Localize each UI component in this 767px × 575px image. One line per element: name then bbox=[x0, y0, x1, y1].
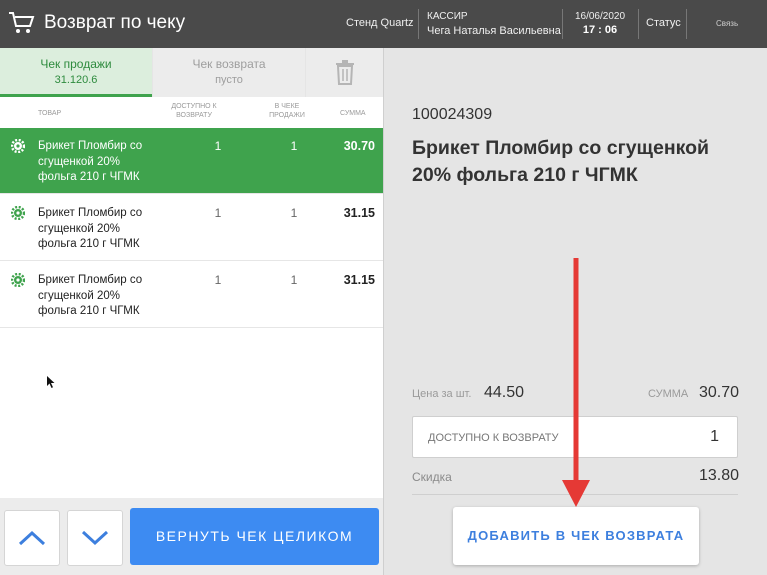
mouse-cursor-icon bbox=[47, 376, 55, 388]
return-quantity-value: 1 bbox=[710, 428, 719, 445]
item-sum: 31.15 bbox=[343, 206, 375, 220]
divider bbox=[562, 9, 563, 39]
divider bbox=[638, 9, 639, 39]
cashier-name: Чега Наталья Васильевна bbox=[427, 25, 561, 37]
stand-name: Стенд Quartz bbox=[346, 17, 414, 29]
gear-icon bbox=[11, 139, 25, 153]
current-date: 16/06/2020 bbox=[574, 11, 626, 22]
tab-return-status: пусто bbox=[215, 74, 243, 86]
gear-icon bbox=[11, 273, 25, 287]
item-in-receipt: 1 bbox=[290, 273, 298, 287]
clear-return-button[interactable] bbox=[306, 48, 383, 97]
col-available: ДОСТУПНО К ВОЗВРАТУ bbox=[171, 103, 217, 119]
receipt-tabs: Чек продажи 31.120.6 Чек возврата пусто bbox=[0, 48, 383, 97]
discount-value: 13.80 bbox=[698, 467, 739, 484]
sum-value: 30.70 bbox=[698, 384, 739, 401]
item-code: 100024309 bbox=[412, 106, 493, 123]
item-sum: 31.15 bbox=[343, 273, 375, 287]
chevron-down-icon bbox=[81, 530, 109, 546]
add-to-return-button[interactable]: ДОБАВИТЬ В ЧЕК ВОЗВРАТА bbox=[453, 507, 699, 565]
chevron-up-icon bbox=[18, 530, 46, 546]
connection-button[interactable]: Связь bbox=[716, 19, 738, 28]
table-row[interactable]: Брикет Пломбир со сгущенкой 20% фольга 2… bbox=[0, 262, 383, 328]
item-sum: 30.70 bbox=[343, 139, 375, 153]
table-row[interactable]: Брикет Пломбир со сгущенкой 20% фольга 2… bbox=[0, 128, 397, 194]
tab-sale-label: Чек продажи bbox=[40, 57, 112, 71]
trash-icon bbox=[335, 60, 354, 85]
table-header: ТОВАР ДОСТУПНО К ВОЗВРАТУ В ЧЕКЕ ПРОДАЖИ… bbox=[0, 100, 383, 126]
item-available: 1 bbox=[214, 273, 222, 287]
item-in-receipt: 1 bbox=[290, 206, 298, 220]
cart-icon bbox=[9, 12, 35, 33]
current-time: 17 : 06 bbox=[582, 24, 618, 36]
return-whole-receipt-button[interactable]: ВЕРНУТЬ ЧЕК ЦЕЛИКОМ bbox=[130, 508, 379, 565]
gear-icon bbox=[11, 206, 25, 220]
price-label: Цена за шт. bbox=[412, 388, 472, 400]
scroll-up-button[interactable] bbox=[4, 510, 60, 566]
status-button[interactable]: Статус bbox=[646, 17, 681, 29]
item-in-receipt: 1 bbox=[290, 139, 298, 153]
tab-return-label: Чек возврата bbox=[192, 57, 266, 71]
sum-label: СУММА bbox=[648, 388, 689, 400]
item-name: Брикет Пломбир со сгущенкой 20% фольга 2… bbox=[38, 207, 143, 250]
discount-label: Скидка bbox=[412, 470, 452, 484]
col-sum: СУММА bbox=[340, 110, 366, 117]
scroll-down-button[interactable] bbox=[67, 510, 123, 566]
item-available: 1 bbox=[214, 139, 222, 153]
table-row[interactable]: Брикет Пломбир со сгущенкой 20% фольга 2… bbox=[0, 195, 383, 261]
item-name: Брикет Пломбир со сгущенкой 20% фольга 2… bbox=[38, 274, 143, 317]
item-name: Брикет Пломбир со сгущенкой 20% фольга 2… bbox=[38, 140, 143, 183]
tab-return-receipt[interactable]: Чек возврата пусто bbox=[153, 48, 305, 97]
return-quantity-label: ДОСТУПНО К ВОЗВРАТУ bbox=[428, 432, 559, 444]
col-item: ТОВАР bbox=[38, 110, 62, 117]
price-value: 44.50 bbox=[484, 384, 525, 401]
top-bar: Возврат по чеку Стенд Quartz КАССИР Чега… bbox=[0, 0, 767, 48]
screen-title: Возврат по чеку bbox=[44, 12, 186, 33]
annotation-arrow-icon bbox=[562, 258, 590, 507]
item-title: Брикет Пломбир со сгущенкой 20% фольга 2… bbox=[412, 137, 710, 186]
tab-sale-receipt[interactable]: Чек продажи 31.120.6 bbox=[0, 48, 152, 97]
divider bbox=[418, 9, 419, 39]
divider bbox=[686, 9, 687, 39]
cashier-role: КАССИР bbox=[427, 11, 468, 22]
tab-sale-number: 31.120.6 bbox=[54, 74, 98, 86]
col-in-receipt: В ЧЕКЕ ПРОДАЖИ bbox=[269, 103, 305, 119]
item-available: 1 bbox=[214, 206, 222, 220]
